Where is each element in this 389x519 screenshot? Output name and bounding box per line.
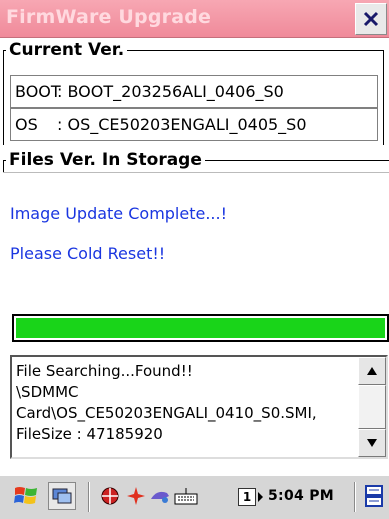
os-value: : OS_CE50203ENGALI_0405_S0 xyxy=(57,115,307,134)
boot-label: BOOT xyxy=(15,82,61,101)
log-text: File Searching...Found!! \SDMMC Card\OS_… xyxy=(16,362,317,443)
input-mode-indicator[interactable]: 1 xyxy=(238,488,256,506)
taskbar-separator xyxy=(88,482,90,512)
current-version-group: Current Ver. BOOT: BOOT_203256ALI_0406_S… xyxy=(0,38,389,148)
desktop-button[interactable] xyxy=(48,482,76,510)
scroll-thumb[interactable] xyxy=(358,385,386,429)
taskbar: 1 5:04 PM xyxy=(0,474,389,519)
close-icon xyxy=(363,11,379,27)
window-title: FirmWare Upgrade xyxy=(6,6,212,28)
close-button[interactable] xyxy=(355,3,387,35)
plug-icon xyxy=(151,491,169,503)
sip-button[interactable] xyxy=(360,482,388,510)
storage-label: Files Ver. In Storage xyxy=(6,150,205,170)
title-bar: FirmWare Upgrade xyxy=(0,0,389,38)
tray-expand-arrow-icon[interactable] xyxy=(258,492,263,502)
progress-bar xyxy=(12,314,389,342)
start-button[interactable] xyxy=(12,482,40,510)
storage-border-left xyxy=(3,160,4,172)
taskbar-separator-right xyxy=(354,482,356,512)
windows-flag-icon xyxy=(14,487,37,504)
boot-version-field: BOOT: BOOT_203256ALI_0406_S0 xyxy=(10,75,378,108)
clock[interactable]: 5:04 PM xyxy=(268,488,334,504)
desktop-icon xyxy=(52,488,72,504)
arrow-up-icon xyxy=(367,367,377,375)
group-border-right xyxy=(383,50,384,145)
storage-inner-divider xyxy=(3,172,389,173)
connection-tray-icon[interactable] xyxy=(146,482,174,510)
os-label: OS xyxy=(15,115,38,134)
current-version-label: Current Ver. xyxy=(6,40,128,60)
boot-value: : BOOT_203256ALI_0406_S0 xyxy=(57,82,284,101)
input-panel-icon xyxy=(365,485,383,507)
star-burst-icon xyxy=(127,487,145,505)
network-tray-icon[interactable] xyxy=(96,482,124,510)
log-scrollbar[interactable] xyxy=(358,357,386,457)
group-border-left xyxy=(3,50,4,145)
scroll-down-button[interactable] xyxy=(358,429,386,457)
globe-icon xyxy=(101,487,119,505)
keyboard-icon xyxy=(174,488,198,505)
arrow-down-icon xyxy=(367,439,377,447)
scroll-up-button[interactable] xyxy=(358,357,386,385)
keyboard-tray-icon[interactable] xyxy=(172,482,200,510)
update-complete-message: Image Update Complete...! xyxy=(10,204,228,223)
progress-fill xyxy=(16,318,385,338)
os-version-field: OS : OS_CE50203ENGALI_0405_S0 xyxy=(10,108,378,141)
cold-reset-message: Please Cold Reset!! xyxy=(10,244,166,263)
log-textbox[interactable]: File Searching...Found!! \SDMMC Card\OS_… xyxy=(10,355,388,459)
